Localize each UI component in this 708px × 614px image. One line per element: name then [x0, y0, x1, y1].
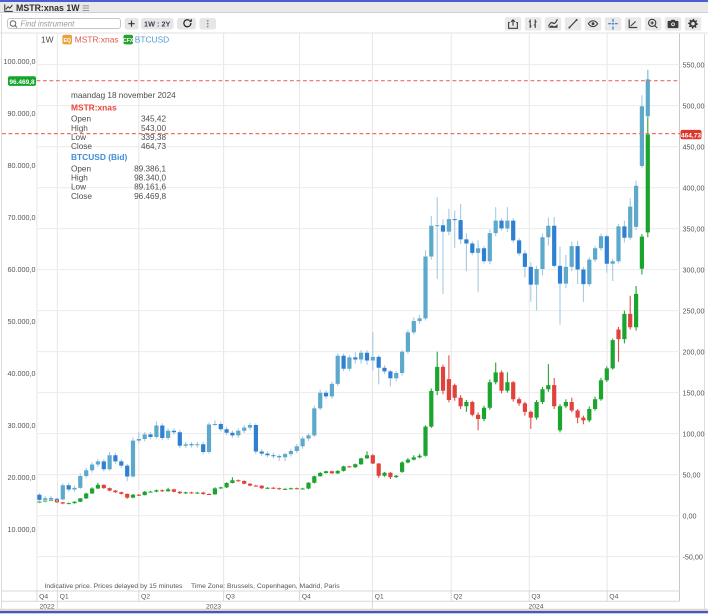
svg-text:100,00: 100,00 — [683, 429, 705, 438]
svg-text:543,00: 543,00 — [141, 124, 166, 133]
svg-text:-50,00: -50,00 — [683, 552, 703, 561]
svg-text:550,00: 550,00 — [683, 60, 705, 69]
svg-text:350,00: 350,00 — [683, 224, 705, 233]
svg-text:Close: Close — [71, 142, 92, 151]
svg-text:20.000,0: 20.000,0 — [8, 473, 36, 482]
svg-text:450,00: 450,00 — [683, 142, 705, 151]
svg-text:50,00: 50,00 — [683, 470, 701, 479]
svg-text:40.000,0: 40.000,0 — [8, 369, 36, 378]
svg-text:Low: Low — [71, 133, 86, 142]
svg-text:80.000,0: 80.000,0 — [8, 161, 36, 170]
svg-text:Q1: Q1 — [375, 594, 384, 601]
svg-text:Q4: Q4 — [302, 594, 311, 601]
svg-text:Time Zone: Brussels, Copenhage: Time Zone: Brussels, Copenhagen, Madrid,… — [191, 583, 340, 590]
svg-text:CFX: CFX — [123, 38, 134, 44]
svg-text:Low: Low — [71, 183, 86, 192]
svg-text:464,73: 464,73 — [681, 132, 701, 139]
svg-text:Q3: Q3 — [226, 594, 235, 601]
svg-text:maandag 18 november 2024: maandag 18 november 2024 — [71, 91, 176, 100]
svg-text:Open: Open — [71, 115, 91, 124]
svg-text:60.000,0: 60.000,0 — [8, 265, 36, 274]
svg-text:150,00: 150,00 — [683, 388, 705, 397]
svg-text:Q1: Q1 — [60, 594, 69, 601]
svg-text:MSTR:xnas: MSTR:xnas — [71, 103, 117, 113]
svg-text:200,00: 200,00 — [683, 347, 705, 356]
svg-text:89.161,6: 89.161,6 — [134, 183, 166, 192]
svg-text:50.000,0: 50.000,0 — [8, 317, 36, 326]
svg-text:MSTR:xnas: MSTR:xnas — [75, 35, 119, 45]
svg-text:Q4: Q4 — [39, 594, 48, 601]
svg-text:Q2: Q2 — [141, 594, 150, 601]
svg-text:464,73: 464,73 — [141, 142, 166, 151]
svg-text:High: High — [71, 124, 88, 133]
svg-text:90.000,0: 90.000,0 — [8, 109, 36, 118]
svg-text:300,00: 300,00 — [683, 265, 705, 274]
svg-text:Open: Open — [71, 164, 91, 173]
svg-text:339,38: 339,38 — [141, 133, 166, 142]
svg-text:89.386,1: 89.386,1 — [134, 164, 166, 173]
svg-text:400,00: 400,00 — [683, 183, 705, 192]
svg-text:96.469,8: 96.469,8 — [134, 192, 166, 201]
svg-text:Q2: Q2 — [453, 594, 462, 601]
svg-text:98.340,0: 98.340,0 — [134, 174, 166, 183]
svg-text:250,00: 250,00 — [683, 306, 705, 315]
svg-text:EQ: EQ — [63, 38, 71, 44]
svg-text:96.469,8: 96.469,8 — [9, 79, 35, 86]
svg-text:Close: Close — [71, 192, 92, 201]
svg-text:500,00: 500,00 — [683, 101, 705, 110]
svg-text:1W: 1W — [41, 35, 54, 45]
svg-text:30.000,0: 30.000,0 — [8, 421, 36, 430]
svg-text:BTCUSD (Bid): BTCUSD (Bid) — [71, 152, 128, 162]
svg-text:10.000,0: 10.000,0 — [8, 525, 36, 534]
svg-text:Indicative price. Prices delay: Indicative price. Prices delayed by 15 m… — [45, 583, 183, 590]
svg-text:BTCUSD: BTCUSD — [135, 35, 169, 45]
svg-text:0,00: 0,00 — [683, 511, 697, 520]
svg-text:70.000,0: 70.000,0 — [8, 213, 36, 222]
svg-text:Q4: Q4 — [609, 594, 618, 601]
svg-text:345,42: 345,42 — [141, 115, 166, 124]
svg-text:High: High — [71, 174, 88, 183]
svg-text:100.000,0: 100.000,0 — [4, 57, 36, 66]
svg-text:Q3: Q3 — [531, 594, 540, 601]
